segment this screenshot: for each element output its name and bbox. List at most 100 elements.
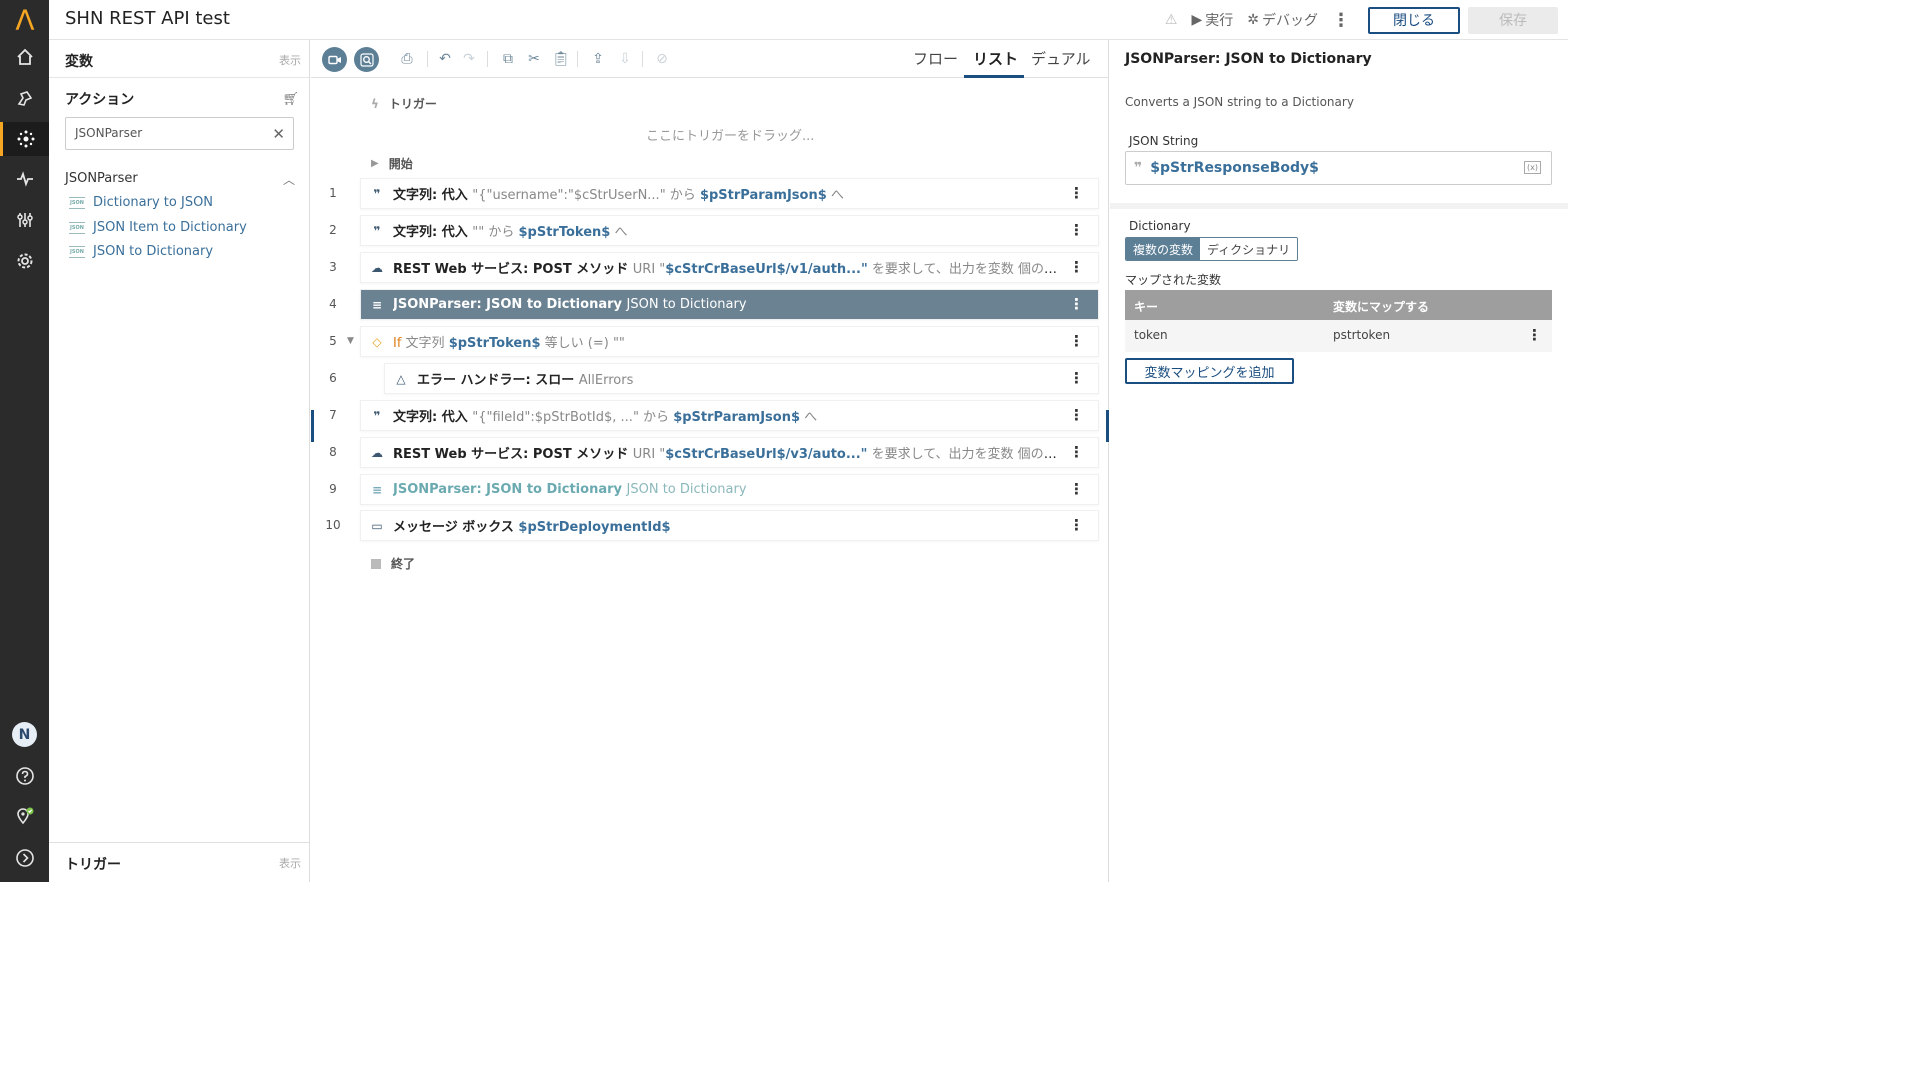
search-input[interactable]: JSONParser ✕ [65, 117, 294, 150]
chevron-up-icon[interactable]: ︿ [283, 171, 295, 188]
settings-gear-icon[interactable] [0, 244, 49, 278]
cart-icon[interactable]: 🛒︎ [282, 92, 299, 107]
row-menu-icon[interactable]: ⋮ [1069, 295, 1084, 313]
row-menu-icon[interactable]: ⋮ [1069, 369, 1084, 387]
cut-icon[interactable]: ✂ [525, 50, 543, 68]
dictionary-label: Dictionary [1129, 219, 1191, 233]
triggers-title[interactable]: トリガー [65, 854, 121, 874]
tab-flow[interactable]: フロー [913, 48, 958, 69]
quote-icon: ❞ [373, 186, 381, 201]
row-menu-icon[interactable]: ⋮ [1069, 221, 1084, 239]
row-menu-icon[interactable]: ⋮ [1069, 443, 1084, 461]
action-row[interactable]: ❞ 文字列: 代入 "{"fileId":$pStrBotId$, ..." から… [360, 400, 1099, 431]
row-number: 4 [329, 297, 337, 311]
row-menu-icon[interactable]: ⋮ [1069, 480, 1084, 498]
action-item[interactable]: JSON Dictionary to JSON [69, 195, 213, 210]
action-text: エラー ハンドラー: スロー AllErrors [417, 369, 1098, 388]
collapse-icon[interactable]: ▼ [347, 336, 354, 346]
record-button[interactable] [322, 47, 347, 72]
action-text-part: "" から [472, 225, 519, 240]
multiple-variables-option[interactable]: 複数の変数 [1126, 238, 1201, 260]
action-text-part: JSON to Dictionary [626, 297, 747, 312]
save-button[interactable]: 保存 [1468, 6, 1558, 34]
action-row[interactable]: ❞ 文字列: 代入 "{"username":"$cStrUserN..." から… [360, 178, 1099, 209]
action-row[interactable]: ☁ REST Web サービス: POST メソッド URI "$cStrCrBa… [360, 252, 1099, 283]
manage-icon[interactable] [0, 203, 49, 237]
action-item[interactable]: JSON JSON Item to Dictionary [69, 220, 247, 235]
json-icon: ≡ [371, 482, 383, 497]
toolbar-separator [487, 51, 488, 67]
action-row[interactable]: ◇ If 文字列 $pStrToken$ 等しい (=) "" ⋮ [360, 326, 1099, 357]
triggers-show-link[interactable]: 表示 [279, 855, 301, 871]
copy-icon[interactable]: ⧉ [499, 50, 517, 68]
activity-icon[interactable] [0, 162, 49, 196]
dictionary-option[interactable]: ディクショナリ [1200, 238, 1298, 260]
redo-icon[interactable]: ↷ [460, 50, 478, 68]
action-row[interactable]: ▭ メッセージ ボックス $pStrDeploymentId$ ⋮ [360, 510, 1099, 541]
home-icon[interactable] [0, 40, 49, 74]
row-number: 7 [329, 408, 337, 422]
divider [49, 77, 309, 78]
action-row[interactable]: ≡ JSONParser: JSON to Dictionary JSON to … [360, 474, 1099, 505]
close-button[interactable]: 閉じる [1368, 6, 1460, 34]
map-variable: pstrtoken [1333, 328, 1391, 342]
disable-icon[interactable]: ⊘ [653, 50, 671, 68]
add-variable-mapping-button[interactable]: 変数マッピングを追加 [1125, 358, 1294, 384]
warning-icon[interactable]: ⚠ [1165, 12, 1178, 28]
package-icon[interactable]: ⎙ [398, 50, 416, 68]
json-string-field[interactable]: ❞ $pStrResponseBody$ (x) [1125, 151, 1552, 185]
capture-search-button[interactable] [354, 47, 379, 72]
clear-search-icon[interactable]: ✕ [272, 125, 285, 143]
paste-icon[interactable]: 📋︎ [552, 50, 570, 68]
expand-icon[interactable] [0, 841, 49, 875]
avatar[interactable]: N [12, 722, 37, 747]
row-menu-icon[interactable]: ⋮ [1069, 516, 1084, 534]
action-text-part: $pStrDeploymentId$ [518, 520, 671, 535]
action-text-part: $cStrCrBaseUrl$/v3/auto..." [665, 447, 868, 462]
tab-dual[interactable]: デュアル [1031, 48, 1091, 69]
map-key: token [1134, 328, 1168, 342]
trigger-drop-zone[interactable]: ここにトリガーをドラッグ... [646, 125, 814, 144]
action-label: Dictionary to JSON [93, 195, 214, 210]
automation-icon[interactable] [0, 122, 49, 156]
tab-list[interactable]: リスト [973, 48, 1018, 69]
row-menu-icon[interactable]: ⋮ [1069, 406, 1084, 424]
debug-button[interactable]: ✲ デバッグ [1247, 10, 1318, 30]
row-menu-icon[interactable]: ⋮ [1527, 326, 1542, 344]
quote-icon: ❞ [1134, 160, 1143, 176]
action-text-part: URI " [632, 447, 666, 462]
location-check-icon[interactable] [0, 799, 49, 833]
package-jsonparser[interactable]: JSONParser [65, 171, 138, 186]
splitter-handle-left[interactable] [311, 410, 314, 442]
action-text-part: を要求して、出力を変数 個の変数 (1) ... [867, 447, 1098, 462]
run-button[interactable]: ▶ 実行 [1191, 10, 1233, 30]
export-icon[interactable]: ⇪ [589, 50, 607, 68]
help-icon[interactable] [0, 759, 49, 793]
action-text-part: If [393, 336, 406, 351]
insert-variable-icon[interactable]: (x) [1524, 161, 1541, 174]
action-row[interactable]: △ エラー ハンドラー: スロー AllErrors ⋮ [384, 363, 1099, 394]
action-item[interactable]: JSON JSON to Dictionary [69, 244, 213, 259]
action-row[interactable]: ❞ 文字列: 代入 "" から $pStrToken$ へ ⋮ [360, 215, 1099, 246]
variables-title[interactable]: 変数 [65, 51, 93, 71]
start-label: 開始 [388, 157, 413, 171]
action-text-part: 文字列: 代入 [393, 225, 473, 240]
action-text-part: 文字列: 代入 [393, 188, 473, 203]
action-text: REST Web サービス: POST メソッド URI "$cStrCrBas… [393, 258, 1098, 277]
action-row[interactable]: ≡ JSONParser: JSON to Dictionary JSON to … [360, 289, 1099, 320]
splitter-handle-right[interactable] [1106, 410, 1109, 442]
action-label: JSON Item to Dictionary [93, 220, 247, 235]
row-menu-icon[interactable]: ⋮ [1069, 332, 1084, 350]
trigger-section[interactable]: ϟ トリガー [371, 95, 437, 112]
action-row[interactable]: ☁ REST Web サービス: POST メソッド URI "$cStrCrBa… [360, 437, 1099, 468]
variables-show-link[interactable]: 表示 [279, 52, 301, 68]
row-menu-icon[interactable]: ⋮ [1069, 258, 1084, 276]
trigger-label: トリガー [388, 97, 437, 111]
more-options-icon[interactable]: ⋮ [1332, 10, 1350, 31]
table-row[interactable]: token pstrtoken ⋮ [1125, 320, 1552, 352]
row-menu-icon[interactable]: ⋮ [1069, 184, 1084, 202]
import-icon[interactable]: ⇩ [616, 50, 634, 68]
bots-icon[interactable] [0, 81, 49, 115]
stop-icon [371, 558, 381, 569]
undo-icon[interactable]: ↶ [436, 50, 454, 68]
